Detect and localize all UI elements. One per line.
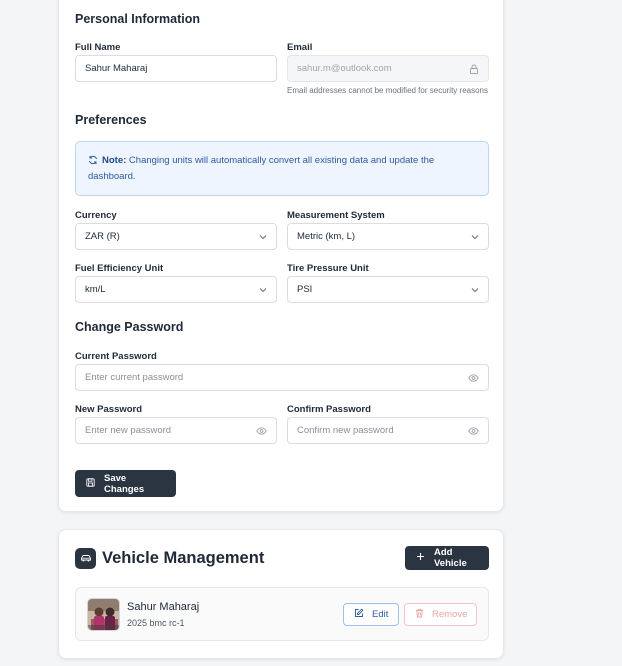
confirm-password-placeholder: Confirm new password bbox=[297, 425, 394, 436]
lock-icon bbox=[469, 64, 479, 74]
car-icon bbox=[75, 548, 96, 569]
confirm-password-input[interactable]: Confirm new password bbox=[287, 417, 489, 444]
fuel-select[interactable]: km/L bbox=[75, 276, 277, 303]
eye-icon[interactable] bbox=[468, 426, 479, 435]
vehicle-avatar bbox=[87, 598, 120, 631]
fuel-label: Fuel Efficiency Unit bbox=[75, 263, 164, 274]
note-text: Changing units will automatically conver… bbox=[88, 155, 435, 182]
new-password-input[interactable]: Enter new password bbox=[75, 417, 277, 444]
full-name-value: Sahur Maharaj bbox=[85, 63, 148, 74]
vehicle-management-card: Vehicle Management Add Vehicle Sahur Mah… bbox=[58, 529, 504, 659]
email-value: sahur.m@outlook.com bbox=[297, 63, 392, 74]
remove-label: Remove bbox=[432, 609, 468, 620]
email-input: sahur.m@outlook.com bbox=[287, 55, 489, 82]
add-vehicle-button[interactable]: Add Vehicle bbox=[405, 546, 489, 570]
save-changes-label: Save Changes bbox=[104, 472, 145, 495]
plus-icon bbox=[416, 552, 425, 564]
measurement-value: Metric (km, L) bbox=[297, 231, 356, 242]
vehicle-management-title: Vehicle Management bbox=[102, 549, 265, 567]
currency-select[interactable]: ZAR (R) bbox=[75, 223, 277, 250]
tire-label: Tire Pressure Unit bbox=[287, 263, 369, 274]
email-hint: Email addresses cannot be modified for s… bbox=[287, 86, 488, 95]
eye-icon[interactable] bbox=[256, 426, 267, 435]
current-password-label: Current Password bbox=[75, 351, 157, 362]
edit-vehicle-button[interactable]: Edit bbox=[343, 603, 399, 626]
full-name-input[interactable]: Sahur Maharaj bbox=[75, 55, 277, 82]
edit-icon bbox=[354, 608, 364, 621]
chevron-down-icon bbox=[259, 287, 267, 293]
profile-settings-card: Personal Information Full Name Sahur Mah… bbox=[58, 0, 504, 512]
confirm-password-label: Confirm Password bbox=[287, 404, 371, 415]
tire-value: PSI bbox=[297, 284, 313, 295]
new-password-label: New Password bbox=[75, 404, 143, 415]
vehicle-list-item: Sahur Maharaj 2025 bmc rc-1 Edit Remove bbox=[75, 587, 489, 641]
edit-label: Edit bbox=[372, 609, 389, 620]
add-vehicle-label: Add Vehicle bbox=[434, 547, 467, 569]
refresh-icon bbox=[88, 155, 98, 170]
measurement-label: Measurement System bbox=[287, 210, 385, 221]
current-password-input[interactable]: Enter current password bbox=[75, 364, 489, 391]
new-password-placeholder: Enter new password bbox=[85, 425, 172, 436]
tire-select[interactable]: PSI bbox=[287, 276, 489, 303]
currency-label: Currency bbox=[75, 210, 117, 221]
save-icon bbox=[86, 477, 95, 490]
preferences-title: Preferences bbox=[75, 113, 147, 127]
note-label: Note: bbox=[102, 155, 127, 166]
vehicle-name: Sahur Maharaj bbox=[127, 601, 200, 613]
units-note: Note: Changing units will automatically … bbox=[75, 141, 489, 196]
chevron-down-icon bbox=[471, 234, 479, 240]
currency-value: ZAR (R) bbox=[85, 231, 120, 242]
save-changes-button[interactable]: Save Changes bbox=[75, 470, 176, 497]
fuel-value: km/L bbox=[85, 284, 106, 295]
measurement-select[interactable]: Metric (km, L) bbox=[287, 223, 489, 250]
change-password-title: Change Password bbox=[75, 320, 184, 334]
trash-icon bbox=[415, 608, 424, 621]
chevron-down-icon bbox=[471, 287, 479, 293]
full-name-label: Full Name bbox=[75, 42, 121, 53]
chevron-down-icon bbox=[259, 234, 267, 240]
eye-icon[interactable] bbox=[468, 373, 479, 382]
vehicle-description: 2025 bmc rc-1 bbox=[127, 618, 185, 628]
personal-info-title: Personal Information bbox=[75, 12, 201, 26]
current-password-placeholder: Enter current password bbox=[85, 372, 184, 383]
email-label: Email bbox=[287, 42, 313, 53]
remove-vehicle-button[interactable]: Remove bbox=[404, 603, 477, 626]
